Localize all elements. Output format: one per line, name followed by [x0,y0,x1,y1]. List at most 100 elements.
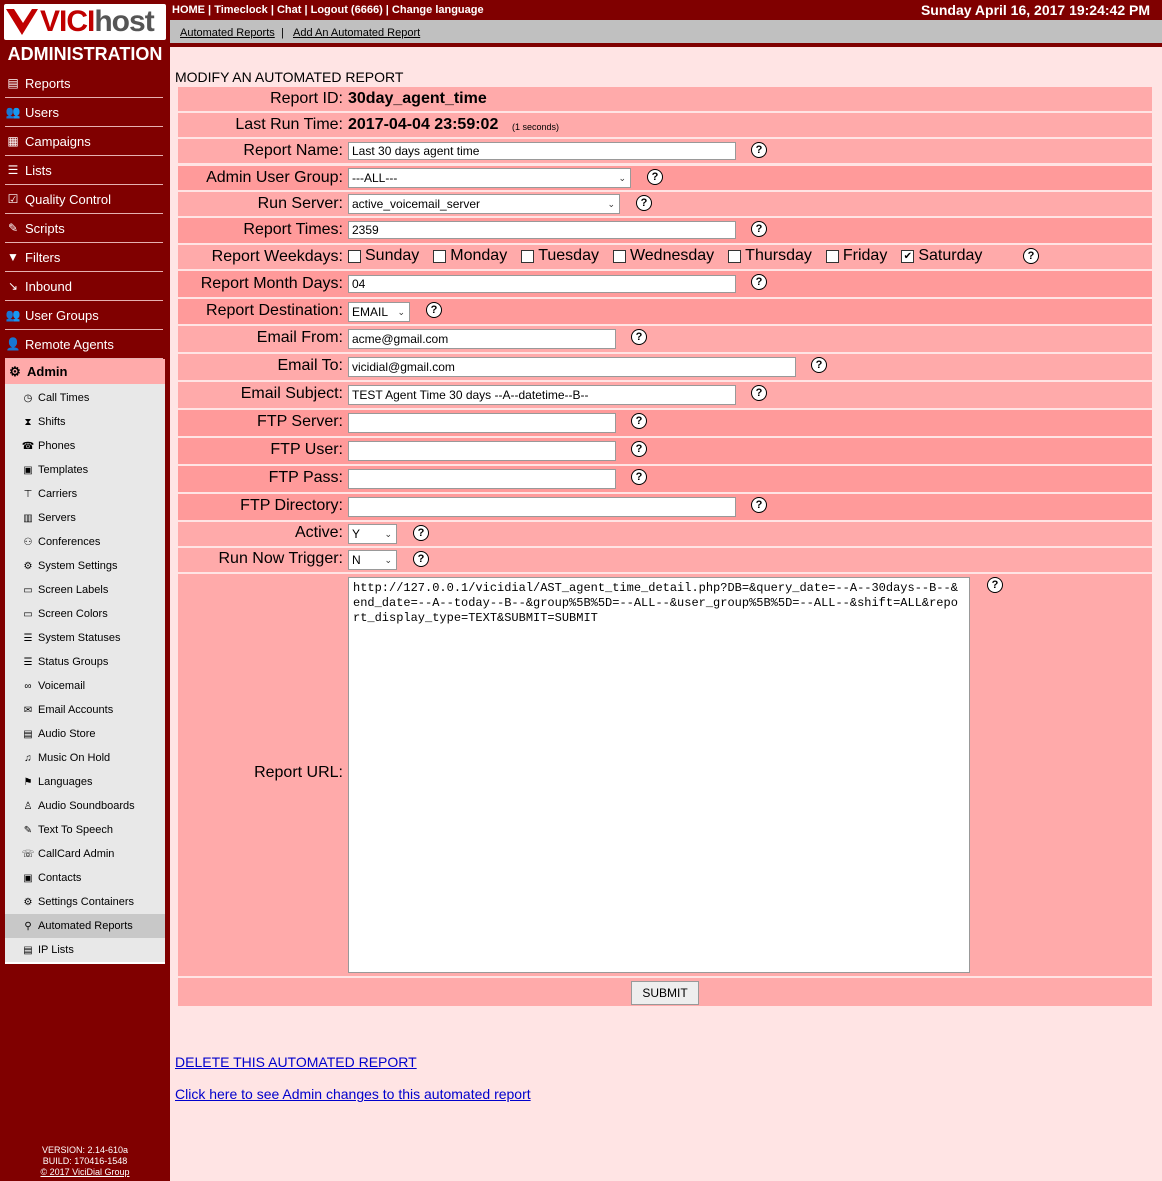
submenu-languages[interactable]: ⚑ Languages [5,770,165,794]
sidebar-item-admin[interactable]: ⚙ Admin [5,359,165,384]
chevron-down-icon: ⌄ [397,306,405,317]
submenu-automated-reports[interactable]: ⚲ Automated Reports [5,914,165,938]
submenu-email-accounts[interactable]: ✉ Email Accounts [5,698,165,722]
containers-icon: ⚙ [23,896,33,908]
admin-user-group-select[interactable]: ---ALL--- ⌄ [348,168,631,188]
sidebar-item-scripts[interactable]: ✎ Scripts [5,214,163,243]
weekday-friday-checkbox[interactable]: Friday [825,247,887,265]
help-icon[interactable]: ? [987,577,1003,593]
active-select[interactable]: Y ⌄ [348,524,397,544]
report-times-input[interactable] [348,221,736,239]
help-icon[interactable]: ? [413,551,429,567]
ftp-user-input[interactable] [348,441,616,461]
sidebar-item-filters[interactable]: ▼ Filters [5,243,163,272]
email-subject-input[interactable] [348,385,736,405]
submenu-shifts[interactable]: ⧗ Shifts [5,410,165,434]
weekday-sunday-checkbox[interactable]: Sunday [348,247,419,265]
row-run-server: Run Server: active_voicemail_server ⌄ ? [178,192,1152,216]
report-destination-select[interactable]: EMAIL ⌄ [348,302,410,322]
weekday-thursday-checkbox[interactable]: Thursday [728,247,812,265]
help-icon[interactable]: ? [413,525,429,541]
top-nav-links[interactable]: HOME | Timeclock | Chat | Logout (6666) … [172,4,484,16]
submenu-conferences[interactable]: ⚇ Conferences [5,530,165,554]
help-icon[interactable]: ? [751,497,767,513]
sidebar-item-campaigns[interactable]: ▦ Campaigns [5,127,163,156]
ftp-server-input[interactable] [348,413,616,433]
ftp-directory-input[interactable] [348,497,736,517]
submenu-carriers[interactable]: ⊤ Carriers [5,482,165,506]
weekdays-checkboxes: Sunday Monday Tuesday Wednesday Thursday… [348,247,996,265]
weekday-wednesday-checkbox[interactable]: Wednesday [612,247,714,265]
sidebar-item-inbound[interactable]: ↘ Inbound [5,272,163,301]
submenu-settings-containers[interactable]: ⚙ Settings Containers [5,890,165,914]
phones-icon: ☎ [21,440,35,452]
user-groups-icon: 👥 [5,308,21,322]
submenu-voicemail[interactable]: ∞ Voicemail [5,674,165,698]
submenu-contacts[interactable]: ▣ Contacts [5,866,165,890]
help-icon[interactable]: ? [751,385,767,401]
help-icon[interactable]: ? [647,169,663,185]
weekday-tuesday-checkbox[interactable]: Tuesday [521,247,599,265]
help-icon[interactable]: ? [1023,248,1039,264]
submit-button[interactable]: SUBMIT [631,981,699,1005]
checkmark-icon: ✔ [901,249,915,263]
sidebar-item-lists[interactable]: ☰ Lists [5,156,163,185]
submenu-status-groups[interactable]: ☰ Status Groups [5,650,165,674]
ftp-pass-input[interactable] [348,469,616,489]
sidebar-item-quality-control[interactable]: ☑ Quality Control [5,185,163,214]
copyright-link[interactable]: © 2017 ViciDial Group [0,1167,170,1178]
remote-agents-icon: 👤 [5,337,21,351]
sub-nav-bar: Automated Reports | Add An Automated Rep… [170,20,1162,43]
chevron-down-icon: ⌄ [618,172,626,183]
submenu-call-times[interactable]: ◷ Call Times [5,386,165,410]
sidebar-item-reports[interactable]: ▤ Reports [5,69,163,98]
help-icon[interactable]: ? [636,195,652,211]
submenu-templates[interactable]: ▣ Templates [5,458,165,482]
submenu-text-to-speech[interactable]: ✎ Text To Speech [5,818,165,842]
help-icon[interactable]: ? [751,221,767,237]
help-icon[interactable]: ? [631,413,647,429]
submenu-system-statuses[interactable]: ☰ System Statuses [5,626,165,650]
submenu-callcard-admin[interactable]: ☏ CallCard Admin [5,842,165,866]
report-month-days-input[interactable] [348,275,736,293]
sidebar-item-users[interactable]: 👥 Users [5,98,163,127]
sidebar-item-remote-agents[interactable]: 👤 Remote Agents [5,330,163,359]
help-icon[interactable]: ? [426,302,442,318]
delete-report-link[interactable]: DELETE THIS AUTOMATED REPORT [175,1054,417,1070]
email-to-input[interactable] [348,357,796,377]
submenu-ip-lists[interactable]: ▤ IP Lists [5,938,165,962]
run-now-trigger-select[interactable]: N ⌄ [348,550,397,570]
help-icon[interactable]: ? [631,329,647,345]
weekday-monday-checkbox[interactable]: Monday [433,247,507,265]
sidebar-item-user-groups[interactable]: 👥 User Groups [5,301,163,330]
filter-icon: ▼ [7,250,19,264]
weekday-saturday-checkbox[interactable]: ✔ Saturday [901,247,982,265]
help-icon[interactable]: ? [811,357,827,373]
shifts-icon: ⧗ [24,416,32,428]
row-email-subject: Email Subject: ? [178,382,1152,408]
chevron-down-icon: ⌄ [384,554,392,565]
submenu-screen-labels[interactable]: ▭ Screen Labels [5,578,165,602]
submenu-phones[interactable]: ☎ Phones [5,434,165,458]
submenu-audio-soundboards[interactable]: ♙ Audio Soundboards [5,794,165,818]
submenu-servers[interactable]: ▥ Servers [5,506,165,530]
automated-reports-link[interactable]: Automated Reports [180,27,275,39]
report-url-textarea[interactable]: http://127.0.0.1/vicidial/AST_agent_time… [348,577,970,973]
email-from-input[interactable] [348,329,616,349]
help-icon[interactable]: ? [751,142,767,158]
help-icon[interactable]: ? [631,469,647,485]
run-server-select[interactable]: active_voicemail_server ⌄ [348,194,620,214]
status-groups-icon: ☰ [23,656,33,668]
submenu-screen-colors[interactable]: ▭ Screen Colors [5,602,165,626]
submenu-music-on-hold[interactable]: ♫ Music On Hold [5,746,165,770]
help-icon[interactable]: ? [751,274,767,290]
vicihost-logo[interactable]: VICI host [4,4,166,40]
row-ftp-server: FTP Server: ? [178,410,1152,436]
version-info: VERSION: 2.14-610a BUILD: 170416-1548 © … [0,1145,170,1178]
help-icon[interactable]: ? [631,441,647,457]
report-name-input[interactable] [348,142,736,160]
admin-changes-link[interactable]: Click here to see Admin changes to this … [175,1086,531,1102]
submenu-system-settings[interactable]: ⚙ System Settings [5,554,165,578]
add-automated-report-link[interactable]: Add An Automated Report [293,27,420,39]
submenu-audio-store[interactable]: ▤ Audio Store [5,722,165,746]
